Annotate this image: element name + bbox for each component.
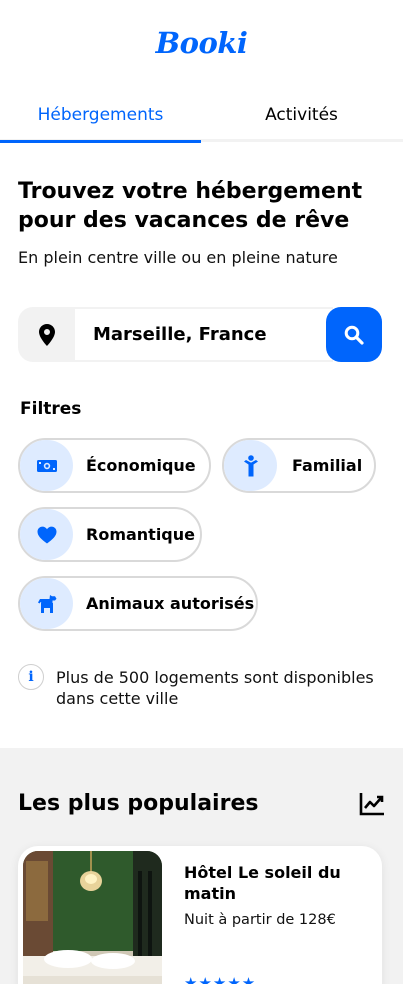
dog-icon [20,578,73,629]
tab-bar: Hébergements Activités [0,96,403,143]
info-text: Plus de 500 logements sont disponibles d… [56,668,374,708]
filter-animaux[interactable]: Animaux autorisés [18,576,258,631]
heart-icon [20,509,73,560]
search-button[interactable] [326,307,382,362]
child-icon [224,440,277,491]
filter-label: Romantique [86,525,195,544]
filter-romantique[interactable]: Romantique [18,507,202,562]
trend-chart-icon[interactable] [359,792,385,816]
tab-activites[interactable]: Activités [201,96,402,142]
filter-label: Animaux autorisés [86,594,255,613]
hotel-photo [23,851,162,984]
search-bar [18,307,382,362]
popular-title: Les plus populaires [18,791,259,816]
filter-economique[interactable]: Économique [18,438,211,493]
filters-title: Filtres [20,399,82,419]
rating-stars: ★★★★★ [184,974,257,984]
hotel-price: Nuit à partir de 128€ [184,912,336,928]
filter-familial[interactable]: Familial [222,438,376,493]
filter-label: Familial [292,456,363,475]
location-pin-icon [18,307,75,362]
filter-label: Économique [86,456,196,475]
search-input[interactable] [75,307,333,362]
popular-section: Les plus populaires Hôtel Le soleil du m… [0,748,403,984]
page-subtitle: En plein centre ville ou en pleine natur… [18,248,338,267]
money-icon [20,440,73,491]
hotel-card[interactable]: Hôtel Le soleil du matin Nuit à partir d… [18,846,382,984]
hotel-name: Hôtel Le soleil du matin [184,863,341,903]
tab-hebergements[interactable]: Hébergements [0,96,201,143]
booki-logo[interactable]: Booki [0,26,403,60]
page-title: Trouvez votre hébergement pour des vacan… [18,179,363,233]
search-icon [344,325,364,345]
info-icon: i [18,664,44,690]
